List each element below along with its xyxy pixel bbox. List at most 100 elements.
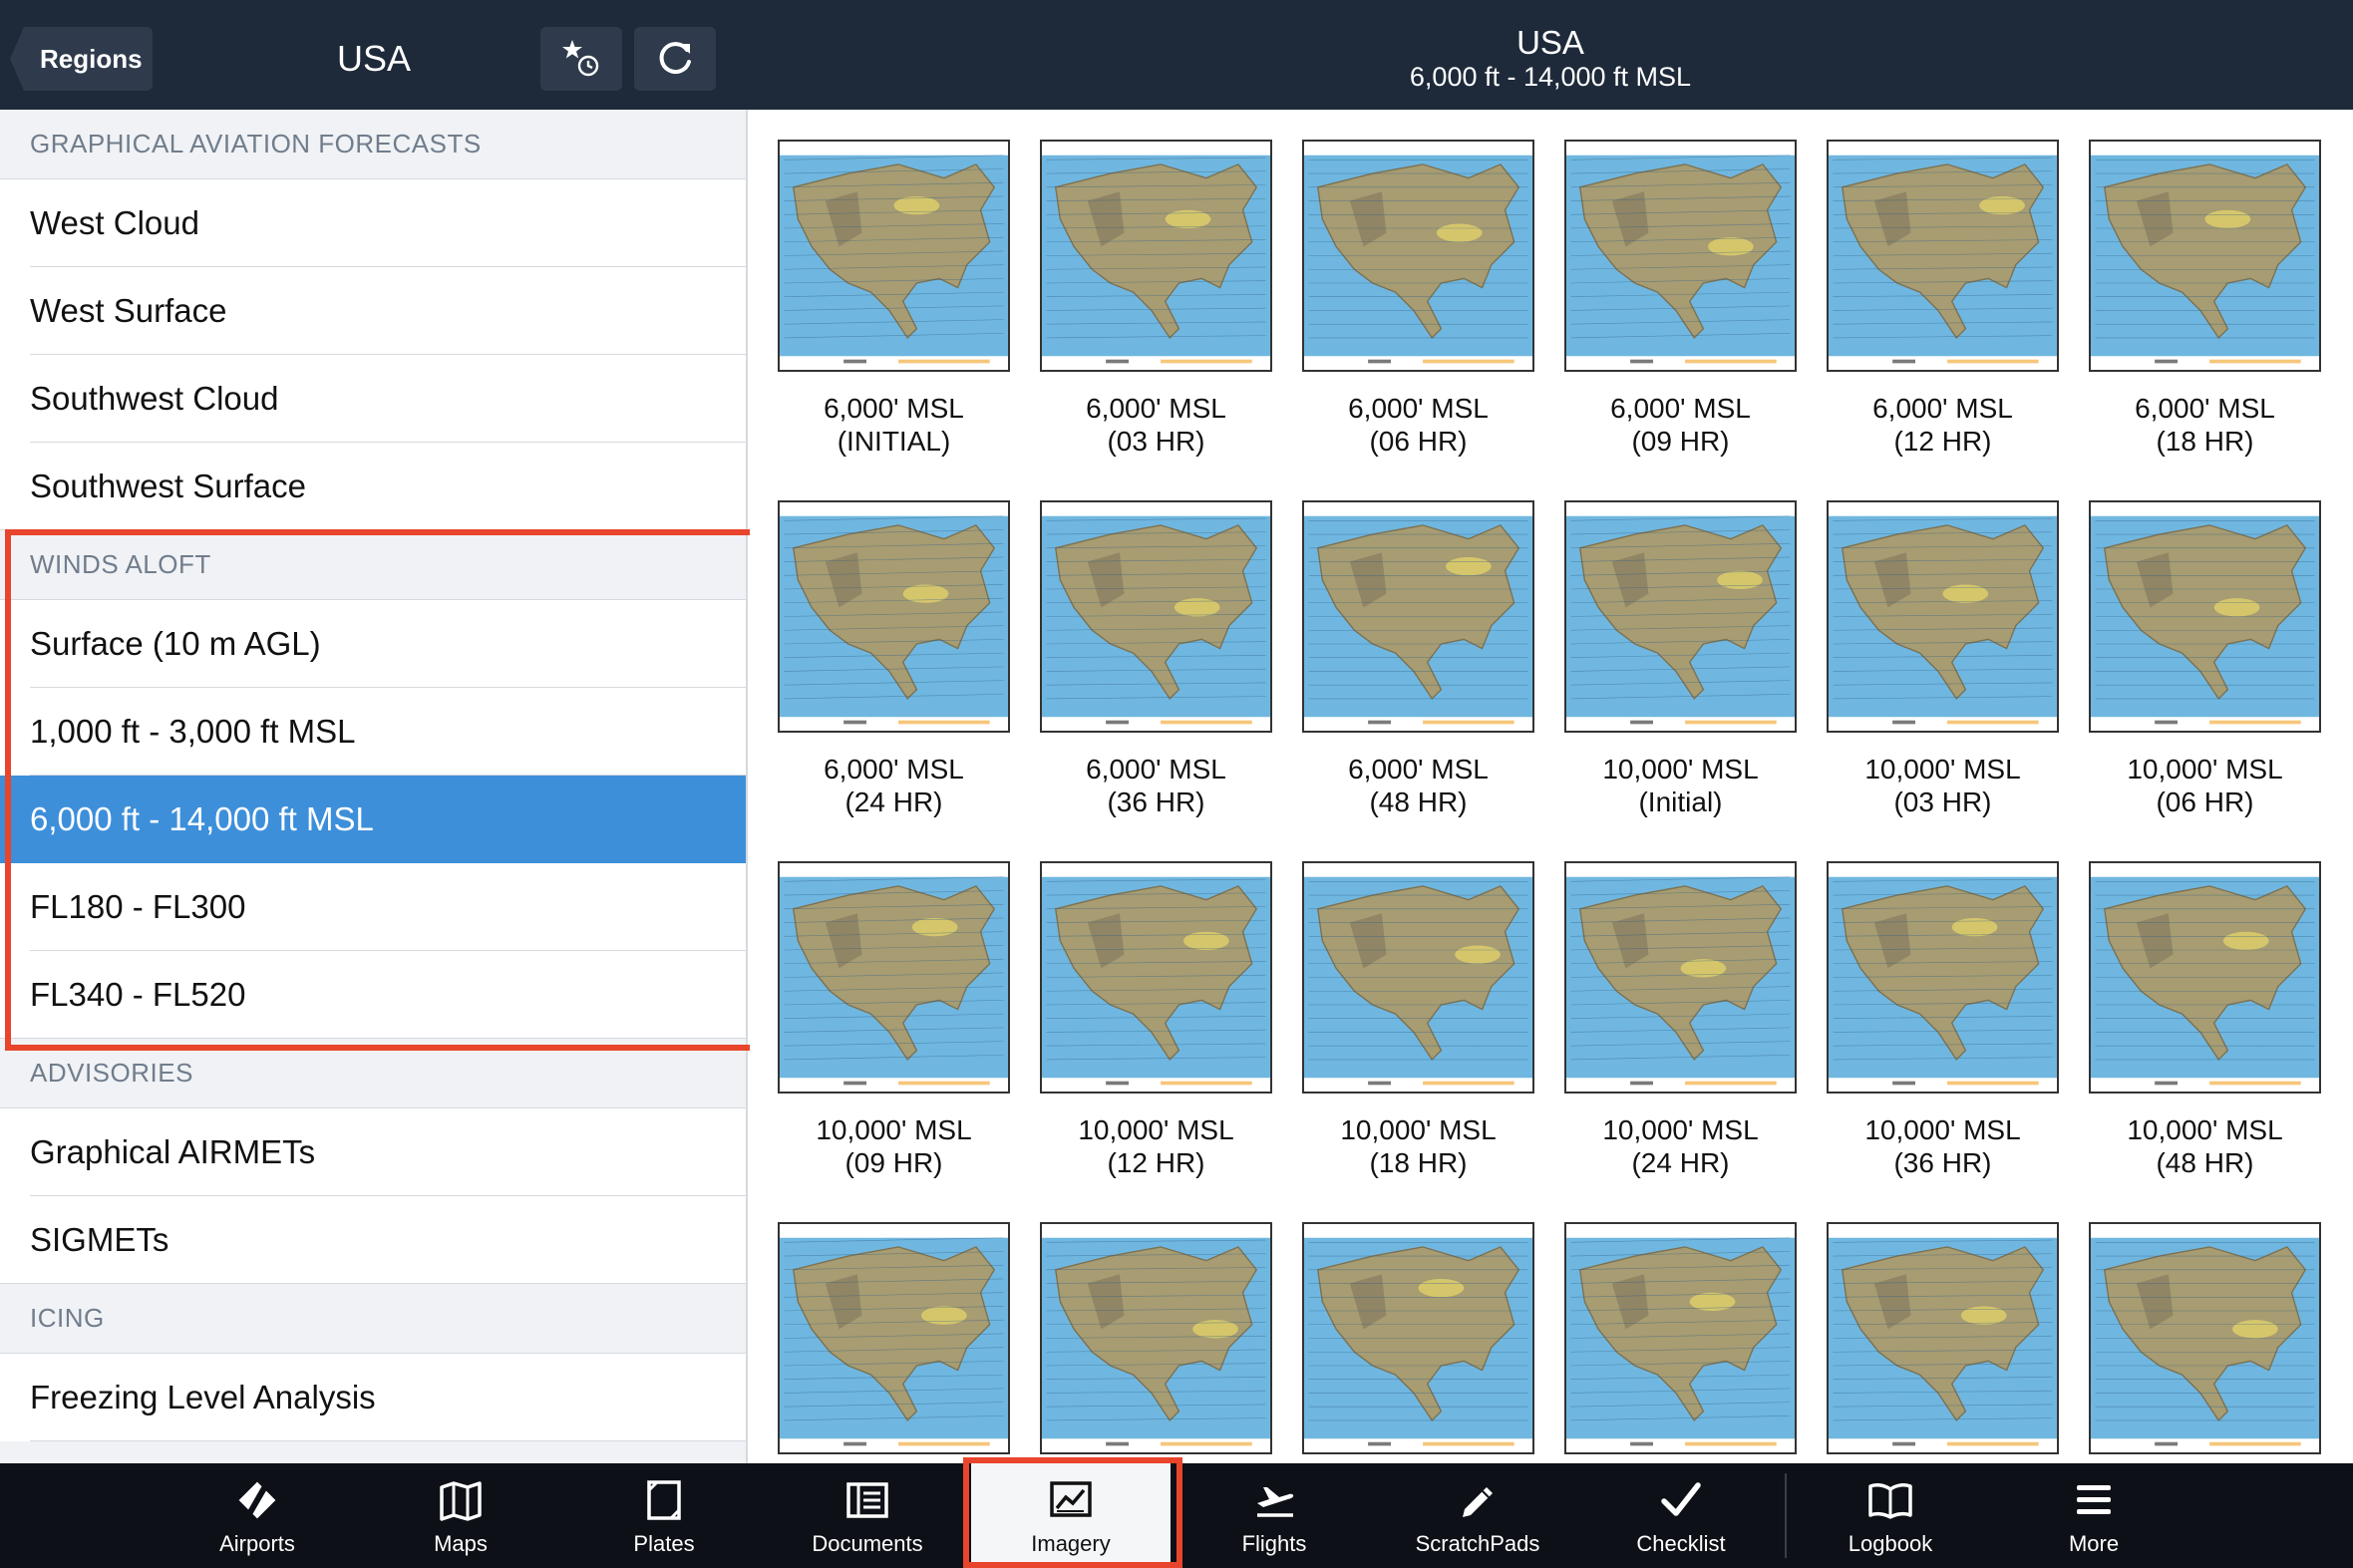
imagery-caption-altitude: 10,000' MSL bbox=[1864, 1114, 2021, 1145]
tab-documents[interactable]: Documents bbox=[768, 1463, 967, 1568]
imagery-caption-forecast-hour: (24 HR) bbox=[1631, 1147, 1730, 1178]
imagery-caption-altitude: 10,000' MSL bbox=[1340, 1114, 1497, 1145]
imagery-caption-forecast-hour: (48 HR) bbox=[2156, 1147, 2254, 1178]
imagery-tile[interactable]: 6,000' MSL (06 HR) bbox=[1302, 140, 1534, 458]
list-item-graphical-airmets[interactable]: Graphical AIRMETs bbox=[0, 1108, 746, 1196]
imagery-sidebar[interactable]: GRAPHICAL AVIATION FORECASTS West Cloud … bbox=[0, 110, 748, 1463]
tab-plates[interactable]: Plates bbox=[564, 1463, 764, 1568]
tab-maps[interactable]: Maps bbox=[361, 1463, 560, 1568]
imagery-tile[interactable]: 6,000' MSL (09 HR) bbox=[1564, 140, 1797, 458]
imagery-thumbnail-grid[interactable]: 6,000' MSL (INITIAL) 6,000' MSL (03 HR) 6,00… bbox=[750, 110, 2353, 1463]
imagery-tile[interactable]: 6,000' MSL (24 HR) bbox=[778, 500, 1010, 818]
imagery-tile[interactable] bbox=[778, 1222, 1010, 1454]
tab-imagery[interactable]: Imagery bbox=[971, 1463, 1171, 1568]
imagery-tile[interactable] bbox=[1827, 1222, 2059, 1454]
imagery-caption: 10,000' MSL (06 HR) bbox=[2089, 753, 2321, 818]
imagery-tile[interactable]: 10,000' MSL (24 HR) bbox=[1564, 861, 1797, 1179]
more-icon bbox=[2077, 1485, 2111, 1514]
imagery-thumbnail[interactable] bbox=[1827, 1222, 2059, 1454]
imagery-caption-forecast-hour: (INITIAL) bbox=[837, 426, 951, 457]
imagery-caption-altitude: 6,000' MSL bbox=[1348, 393, 1489, 424]
section-header-advisories: ADVISORIES bbox=[0, 1039, 746, 1108]
imagery-tile[interactable]: 10,000' MSL (Initial) bbox=[1564, 500, 1797, 818]
list-item-southwest-cloud[interactable]: Southwest Cloud bbox=[0, 355, 746, 443]
imagery-tile[interactable] bbox=[1302, 1222, 1534, 1454]
list-item-surface-winds[interactable]: Surface (10 m AGL) bbox=[0, 600, 746, 688]
tab-more[interactable]: More bbox=[1994, 1463, 2193, 1568]
winds-map-graphic bbox=[1304, 1224, 1532, 1452]
imagery-tile[interactable]: 10,000' MSL (36 HR) bbox=[1827, 861, 2059, 1179]
scratchpads-icon bbox=[1463, 1487, 1493, 1517]
imagery-caption: 6,000' MSL (09 HR) bbox=[1564, 392, 1797, 458]
imagery-tile[interactable]: 6,000' MSL (03 HR) bbox=[1040, 140, 1272, 458]
imagery-caption-altitude: 6,000' MSL bbox=[1086, 754, 1226, 784]
winds-map-graphic bbox=[1829, 863, 2057, 1092]
imagery-thumbnail[interactable] bbox=[1302, 861, 1534, 1094]
imagery-thumbnail[interactable] bbox=[2089, 1222, 2321, 1454]
imagery-thumbnail[interactable] bbox=[1827, 861, 2059, 1094]
imagery-thumbnail[interactable] bbox=[1040, 861, 1272, 1094]
tab-airports[interactable]: Airports bbox=[158, 1463, 357, 1568]
imagery-thumbnail[interactable] bbox=[1302, 140, 1534, 372]
imagery-thumbnail[interactable] bbox=[1827, 500, 2059, 733]
imagery-thumbnail[interactable] bbox=[1302, 500, 1534, 733]
list-item-sigmets[interactable]: SIGMETs bbox=[0, 1196, 746, 1284]
imagery-tile[interactable] bbox=[2089, 1222, 2321, 1454]
winds-map-graphic bbox=[1566, 502, 1795, 731]
list-item-west-surface[interactable]: West Surface bbox=[0, 267, 746, 355]
imagery-caption: 6,000' MSL (12 HR) bbox=[1827, 392, 2059, 458]
imagery-thumbnail[interactable] bbox=[778, 500, 1010, 733]
imagery-caption-altitude: 10,000' MSL bbox=[1602, 754, 1759, 784]
imagery-thumbnail[interactable] bbox=[2089, 140, 2321, 372]
imagery-tile[interactable]: 6,000' MSL (48 HR) bbox=[1302, 500, 1534, 818]
imagery-tile[interactable]: 6,000' MSL (INITIAL) bbox=[778, 140, 1010, 458]
imagery-thumbnail[interactable] bbox=[1040, 1222, 1272, 1454]
imagery-thumbnail[interactable] bbox=[2089, 500, 2321, 733]
refresh-icon bbox=[659, 42, 691, 75]
imagery-thumbnail[interactable] bbox=[1040, 140, 1272, 372]
imagery-thumbnail[interactable] bbox=[2089, 861, 2321, 1094]
imagery-tile[interactable] bbox=[1040, 1222, 1272, 1454]
imagery-tile[interactable]: 10,000' MSL (06 HR) bbox=[2089, 500, 2321, 818]
imagery-thumbnail[interactable] bbox=[1564, 1222, 1797, 1454]
winds-map-graphic bbox=[1566, 142, 1795, 370]
imagery-tile[interactable]: 6,000' MSL (36 HR) bbox=[1040, 500, 1272, 818]
tab-checklist[interactable]: Checklist bbox=[1581, 1463, 1781, 1568]
imagery-tile[interactable]: 10,000' MSL (48 HR) bbox=[2089, 861, 2321, 1179]
imagery-thumbnail[interactable] bbox=[1564, 500, 1797, 733]
imagery-caption-forecast-hour: (18 HR) bbox=[2156, 426, 2254, 457]
imagery-thumbnail[interactable] bbox=[1040, 500, 1272, 733]
imagery-tile[interactable]: 10,000' MSL (03 HR) bbox=[1827, 500, 2059, 818]
imagery-thumbnail[interactable] bbox=[778, 861, 1010, 1094]
list-item-fl340-fl520[interactable]: FL340 - FL520 bbox=[0, 951, 746, 1039]
winds-map-graphic bbox=[780, 1224, 1008, 1452]
imagery-thumbnail[interactable] bbox=[778, 1222, 1010, 1454]
imagery-tile[interactable]: 10,000' MSL (12 HR) bbox=[1040, 861, 1272, 1179]
list-item-freezing-level[interactable]: Freezing Level Analysis bbox=[0, 1354, 746, 1441]
imagery-thumbnail[interactable] bbox=[778, 140, 1010, 372]
imagery-thumbnail[interactable] bbox=[1564, 140, 1797, 372]
list-item-1000-3000[interactable]: 1,000 ft - 3,000 ft MSL bbox=[0, 688, 746, 776]
imagery-tile[interactable]: 10,000' MSL (09 HR) bbox=[778, 861, 1010, 1179]
refresh-button[interactable] bbox=[634, 27, 716, 91]
tab-scratchpads[interactable]: ScratchPads bbox=[1378, 1463, 1577, 1568]
imagery-thumbnail[interactable] bbox=[1827, 140, 2059, 372]
imagery-caption-forecast-hour: (12 HR) bbox=[1893, 426, 1992, 457]
list-item-west-cloud[interactable]: West Cloud bbox=[0, 179, 746, 267]
imagery-tile[interactable] bbox=[1564, 1222, 1797, 1454]
imagery-thumbnail[interactable] bbox=[1564, 861, 1797, 1094]
list-item-6000-14000[interactable]: 6,000 ft - 14,000 ft MSL bbox=[0, 776, 746, 863]
imagery-thumbnail[interactable] bbox=[1302, 1222, 1534, 1454]
list-item-southwest-surface[interactable]: Southwest Surface bbox=[0, 443, 746, 530]
winds-map-graphic bbox=[1042, 1224, 1270, 1452]
imagery-tile[interactable]: 6,000' MSL (18 HR) bbox=[2089, 140, 2321, 458]
tab-flights[interactable]: Flights bbox=[1175, 1463, 1374, 1568]
tab-logbook[interactable]: Logbook bbox=[1791, 1463, 1990, 1568]
imagery-caption: 10,000' MSL (36 HR) bbox=[1827, 1113, 2059, 1179]
imagery-tile[interactable]: 10,000' MSL (18 HR) bbox=[1302, 861, 1534, 1179]
regions-back-button[interactable]: Regions bbox=[10, 27, 153, 91]
list-item-fl180-fl300[interactable]: FL180 - FL300 bbox=[0, 863, 746, 951]
imagery-tile[interactable]: 6,000' MSL (12 HR) bbox=[1827, 140, 2059, 458]
favorites-recents-button[interactable] bbox=[540, 27, 622, 91]
winds-map-graphic bbox=[1042, 863, 1270, 1092]
